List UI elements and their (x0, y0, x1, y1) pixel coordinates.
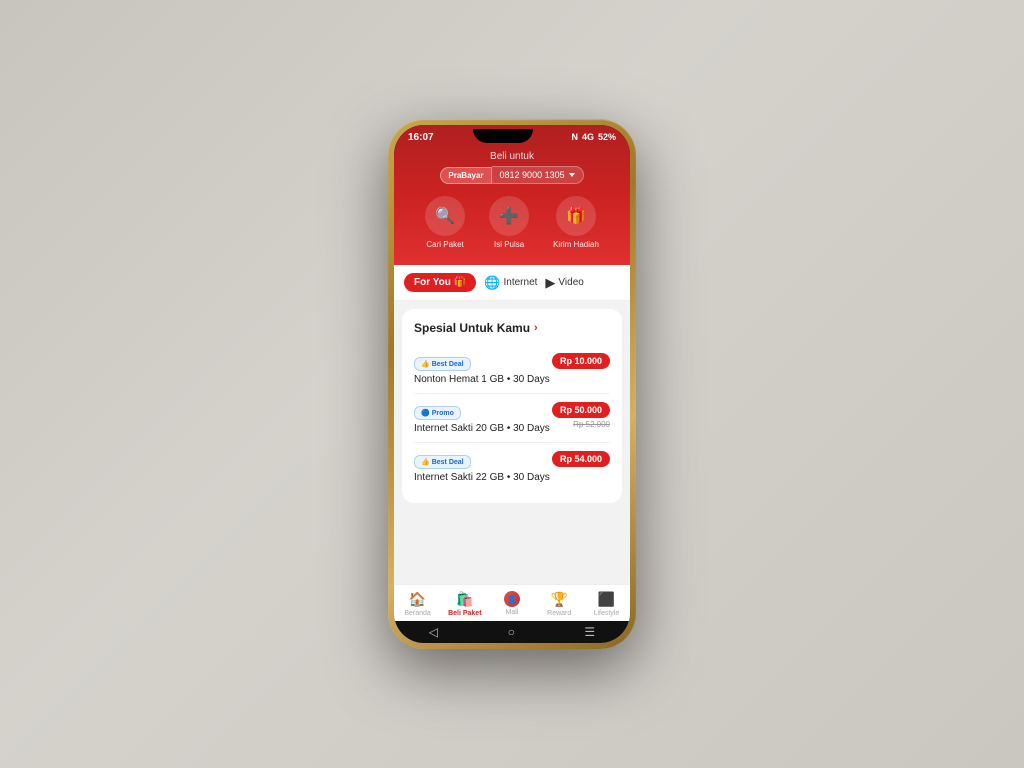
package-right-3: Rp 54.000 (552, 451, 610, 467)
special-title: Spesial Untuk Kamu › (414, 321, 610, 335)
category-tabs: For You 🎁 🌐 Internet ▶ Video (394, 265, 630, 301)
notch (473, 129, 533, 143)
network-indicator: N (571, 132, 578, 142)
nav-reward[interactable]: 🏆 Reward (536, 591, 583, 617)
package-right-1: Rp 10.000 (552, 353, 610, 369)
scene: 16:07 N 4G 52% Beli untuk PraBayar (0, 0, 1024, 768)
package-item-1[interactable]: 👍 Best Deal Nonton Hemat 1 GB • 30 Days … (414, 345, 610, 394)
screen: 16:07 N 4G 52% Beli untuk PraBayar (394, 125, 630, 643)
status-time: 16:07 (408, 132, 434, 143)
package-name-2: Internet Sakti 20 GB • 30 Days (414, 423, 552, 434)
reward-label: Reward (547, 610, 571, 617)
signal-4g: 4G (582, 132, 594, 142)
isi-pulsa-label: Isi Pulsa (494, 240, 524, 249)
tab-internet[interactable]: 🌐 Internet (484, 275, 537, 291)
internet-label: Internet (504, 277, 538, 288)
beranda-label: Beranda (404, 610, 430, 617)
phone-number-button[interactable]: 0812 9000 1305 (492, 166, 584, 184)
nav-beranda[interactable]: 🏠 Beranda (394, 591, 441, 617)
header-section: 16:07 N 4G 52% Beli untuk PraBayar (394, 125, 630, 265)
badge-best-deal-1: 👍 Best Deal (414, 357, 471, 371)
price-badge-1: Rp 10.000 (552, 353, 610, 369)
mall-avatar: 👤 (504, 591, 520, 607)
video-icon: ▶ (545, 275, 555, 291)
price-original-2: Rp 52.000 (573, 420, 610, 429)
beli-paket-icon: 🛍️ (456, 591, 473, 608)
package-left-3: 👍 Best Deal Internet Sakti 22 GB • 30 Da… (414, 451, 552, 483)
recent-button[interactable]: ☰ (584, 625, 595, 639)
phone-inner: 16:07 N 4G 52% Beli untuk PraBayar (394, 125, 630, 643)
package-item-3[interactable]: 👍 Best Deal Internet Sakti 22 GB • 30 Da… (414, 443, 610, 491)
scroll-content[interactable]: Spesial Untuk Kamu › 👍 Best Deal (394, 301, 630, 584)
nav-lifestyle[interactable]: ⬛ Lifestyle (583, 591, 630, 617)
kirim-hadiah-action[interactable]: 🎁 Kirim Hadiah (553, 196, 599, 249)
lifestyle-icon: ⬛ (598, 591, 615, 608)
content-area: For You 🎁 🌐 Internet ▶ Video (394, 265, 630, 643)
kirim-hadiah-label: Kirim Hadiah (553, 240, 599, 249)
tab-for-you[interactable]: For You 🎁 (404, 273, 476, 292)
package-left-1: 👍 Best Deal Nonton Hemat 1 GB • 30 Days (414, 353, 552, 385)
beli-untuk-label: Beli untuk (394, 151, 630, 162)
battery-level: 52% (598, 132, 616, 142)
for-you-label: For You (414, 277, 451, 288)
badge-icon-3: 👍 (421, 458, 430, 466)
android-nav: ◁ ○ ☰ (394, 621, 630, 643)
home-button[interactable]: ○ (508, 625, 515, 639)
phone-type-badge: PraBayar (440, 167, 491, 184)
price-badge-2: Rp 50.000 (552, 402, 610, 418)
video-label: Video (558, 277, 583, 288)
package-left-2: 🔵 Promo Internet Sakti 20 GB • 30 Days (414, 402, 552, 434)
lifestyle-label: Lifestyle (594, 610, 620, 617)
bottom-nav: 🏠 Beranda 🛍️ Beli Paket 👤 Mall 🏆 (394, 584, 630, 621)
badge-best-deal-3: 👍 Best Deal (414, 455, 471, 469)
beranda-icon: 🏠 (409, 591, 426, 608)
beli-paket-label: Beli Paket (448, 610, 481, 617)
package-name-1: Nonton Hemat 1 GB • 30 Days (414, 374, 552, 385)
phone-number: 0812 9000 1305 (500, 170, 565, 180)
for-you-icon: 🎁 (454, 277, 466, 288)
nav-beli-paket[interactable]: 🛍️ Beli Paket (441, 591, 488, 617)
tab-video[interactable]: ▶ Video (545, 275, 583, 291)
mall-label: Mall (506, 609, 519, 616)
badge-icon-2: 🔵 (421, 409, 430, 417)
cari-paket-label: Cari Paket (426, 240, 463, 249)
badge-label-3: Best Deal (432, 459, 464, 466)
isi-pulsa-icon: ➕ (489, 196, 529, 236)
special-title-text: Spesial Untuk Kamu (414, 321, 530, 335)
price-badge-3: Rp 54.000 (552, 451, 610, 467)
nav-mall[interactable]: 👤 Mall (488, 591, 535, 617)
phone-selector[interactable]: PraBayar 0812 9000 1305 (394, 166, 630, 184)
cari-paket-action[interactable]: 🔍 Cari Paket (425, 196, 465, 249)
status-icons: N 4G 52% (571, 132, 616, 142)
badge-promo-2: 🔵 Promo (414, 406, 461, 420)
badge-label-2: Promo (432, 410, 454, 417)
package-item-2[interactable]: 🔵 Promo Internet Sakti 20 GB • 30 Days R… (414, 394, 610, 443)
isi-pulsa-action[interactable]: ➕ Isi Pulsa (489, 196, 529, 249)
special-card: Spesial Untuk Kamu › 👍 Best Deal (402, 309, 622, 503)
reward-icon: 🏆 (550, 591, 567, 608)
package-name-3: Internet Sakti 22 GB • 30 Days (414, 472, 552, 483)
kirim-hadiah-icon: 🎁 (556, 196, 596, 236)
back-button[interactable]: ◁ (429, 625, 438, 639)
phone-outer: 16:07 N 4G 52% Beli untuk PraBayar (388, 119, 636, 649)
special-title-arrow: › (534, 322, 538, 334)
chevron-down-icon (569, 173, 575, 177)
internet-icon: 🌐 (484, 275, 500, 291)
package-right-2: Rp 50.000 Rp 52.000 (552, 402, 610, 429)
cari-paket-icon: 🔍 (425, 196, 465, 236)
status-bar: 16:07 N 4G 52% (394, 125, 630, 145)
badge-label-1: Best Deal (432, 361, 464, 368)
badge-icon-1: 👍 (421, 360, 430, 368)
action-icons: 🔍 Cari Paket ➕ Isi Pulsa 🎁 Kirim Hadiah (394, 196, 630, 249)
